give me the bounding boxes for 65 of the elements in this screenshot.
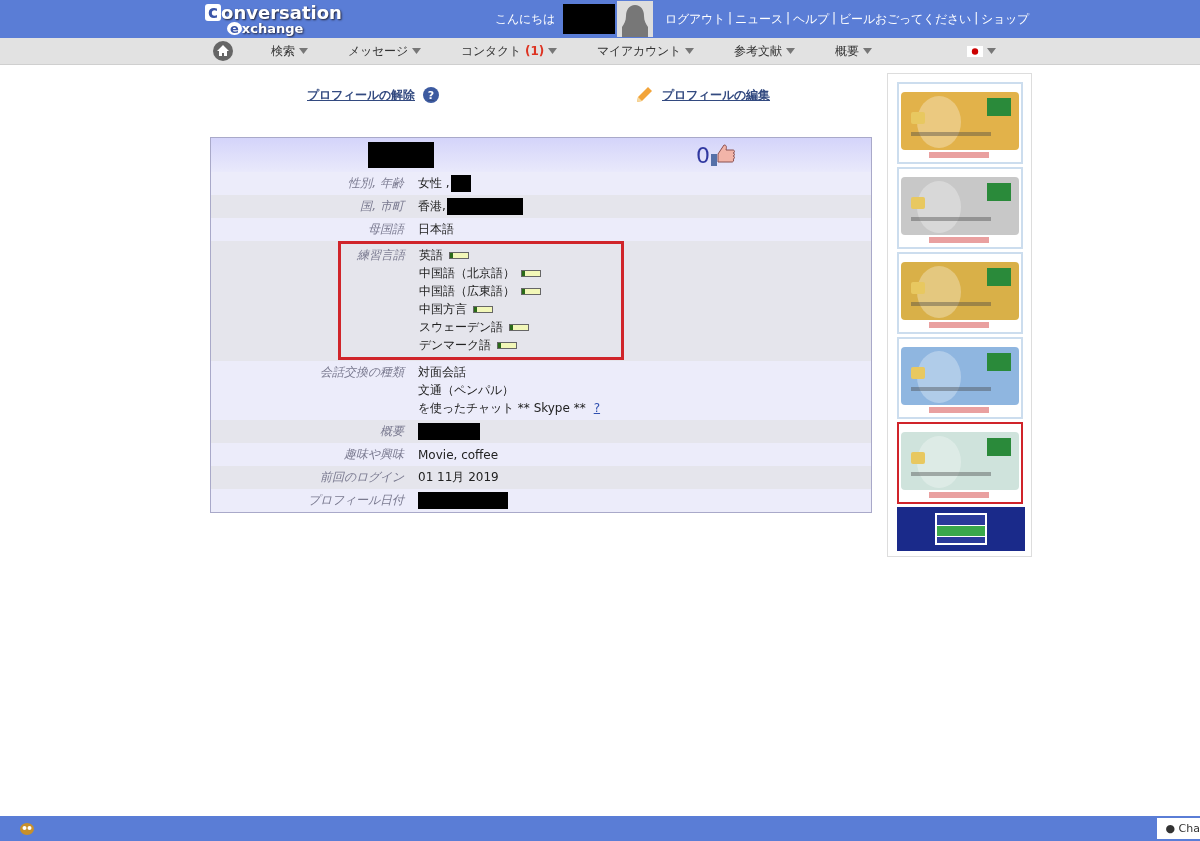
field-label: 母国語	[368, 222, 404, 236]
header-link[interactable]: ログアウト	[665, 10, 725, 28]
nav-menu-item[interactable]: 検索	[271, 42, 308, 60]
field-label: 国, 市町	[360, 199, 404, 213]
language-name: 英語	[419, 248, 443, 262]
nav-menu-item[interactable]: メッセージ	[348, 42, 421, 60]
header-link[interactable]: ヘルプ	[793, 10, 830, 28]
like-count: 0	[696, 142, 710, 168]
field-label: 会話交換の種類	[320, 365, 404, 379]
language-name: デンマーク語	[419, 338, 491, 352]
home-icon[interactable]	[213, 41, 233, 61]
language-name: 中国語（北京語）	[419, 266, 515, 280]
remove-profile-link[interactable]: プロフィールの解除 ?	[307, 86, 439, 104]
caret-icon	[863, 48, 873, 54]
nav-menu-item[interactable]: 参考文献	[734, 42, 796, 60]
field-label: 性別, 年齢	[348, 176, 404, 190]
field-value: を使ったチャット ** Skype **	[418, 401, 586, 415]
header-link[interactable]: ニュース	[735, 10, 784, 28]
nav-menu-item[interactable]: マイアカウント	[597, 42, 695, 60]
caret-icon	[786, 48, 796, 54]
help-link[interactable]: ?	[593, 401, 601, 415]
language-name: 中国方言	[419, 302, 467, 316]
avatar-icon[interactable]	[617, 1, 653, 37]
field-value: 文通（ペンパル）	[418, 383, 514, 397]
header-link[interactable]: ビールおごってください	[839, 10, 972, 28]
caret-icon	[412, 48, 421, 54]
flag-icon	[967, 45, 984, 57]
logo-initial: c	[205, 4, 222, 21]
owl-icon[interactable]	[20, 822, 34, 835]
nav-menu-item[interactable]: コンタクト (1)	[461, 42, 558, 60]
field-label: プロフィール日付	[308, 493, 404, 507]
caret-icon	[685, 48, 695, 54]
pencil-icon	[634, 85, 654, 105]
caret-icon	[548, 48, 558, 54]
field-label: 前回のログイン	[320, 470, 404, 484]
language-name: スウェーデン語	[419, 320, 503, 334]
nav-menu-item[interactable]: 概要	[835, 42, 873, 60]
field-value: 日本語	[418, 221, 454, 238]
thumbs-up-icon[interactable]	[710, 142, 736, 168]
header-link[interactable]: ショップ	[981, 10, 1030, 28]
greeting-text: こんにちは	[495, 10, 555, 28]
logo-initial: e	[227, 21, 242, 35]
field-value: Movie, coffee	[418, 447, 499, 462]
field-value: 香港,	[418, 198, 446, 215]
field-label: 練習言語	[357, 248, 405, 262]
caret-icon	[299, 48, 308, 54]
field-value: 対面会話	[418, 365, 466, 379]
field-label: 趣味や興味	[344, 447, 404, 461]
logo-text: onversation	[221, 3, 342, 22]
language-menu[interactable]	[967, 45, 997, 57]
edit-profile-link[interactable]: プロフィールの編集	[662, 86, 770, 104]
separator-text: |	[728, 10, 733, 27]
separator-text: |	[786, 10, 791, 27]
language-name: 中国語（広東語）	[419, 284, 515, 298]
field-value: 01 11月 2019	[418, 469, 499, 486]
chat-tab[interactable]: ● Cha	[1157, 818, 1200, 839]
help-icon[interactable]: ?	[423, 87, 439, 103]
separator-text: |	[974, 10, 979, 27]
field-value: 女性 ,	[418, 175, 450, 192]
logo-text: xchange	[241, 21, 304, 35]
field-label: 概要	[380, 424, 404, 438]
redacted-block	[418, 423, 480, 440]
separator-text: |	[832, 10, 837, 27]
caret-icon	[987, 48, 997, 54]
redacted-block	[450, 175, 471, 192]
